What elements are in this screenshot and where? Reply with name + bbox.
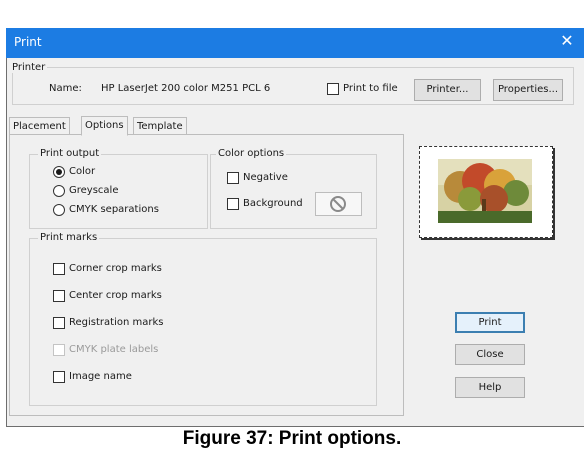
radio-color[interactable] (53, 166, 65, 178)
center-crop-marks-checkbox[interactable] (53, 290, 65, 302)
preview-thumbnail-image (438, 159, 532, 223)
title-bar: Print ✕ (6, 28, 584, 58)
tab-placement[interactable]: Placement (9, 117, 70, 135)
image-name-checkbox[interactable] (53, 371, 65, 383)
properties-button[interactable]: Properties... (493, 79, 563, 101)
tab-template[interactable]: Template (133, 117, 187, 135)
radio-color-label[interactable]: Color (69, 166, 95, 177)
print-button[interactable]: Print (455, 312, 525, 333)
radio-greyscale[interactable] (53, 185, 65, 197)
figure-caption: Figure 37: Print options. (182, 428, 402, 449)
no-color-icon (330, 196, 346, 212)
corner-crop-marks-checkbox[interactable] (53, 263, 65, 275)
corner-crop-marks-label[interactable]: Corner crop marks (69, 263, 162, 274)
printer-button[interactable]: Printer... (414, 79, 481, 101)
print-preview (419, 146, 553, 238)
close-icon[interactable]: ✕ (558, 32, 576, 50)
printer-group (12, 67, 574, 105)
print-to-file-label[interactable]: Print to file (343, 83, 398, 94)
tab-options[interactable]: Options (81, 116, 128, 136)
background-checkbox[interactable] (227, 198, 239, 210)
negative-checkbox[interactable] (227, 172, 239, 184)
image-name-label[interactable]: Image name (69, 371, 132, 382)
printer-group-label: Printer (10, 62, 48, 73)
print-to-file-checkbox[interactable] (327, 83, 339, 95)
radio-greyscale-label[interactable]: Greyscale (69, 185, 118, 196)
cmyk-plate-labels-checkbox (53, 344, 65, 356)
printer-name-value: HP LaserJet 200 color M251 PCL 6 (101, 83, 271, 94)
radio-cmyk-separations-label[interactable]: CMYK separations (69, 204, 159, 215)
negative-label[interactable]: Negative (243, 172, 288, 183)
registration-marks-label[interactable]: Registration marks (69, 317, 163, 328)
cmyk-plate-labels-label: CMYK plate labels (69, 344, 159, 355)
printer-name-label: Name: (49, 83, 82, 94)
dialog-body: Printer Name: HP LaserJet 200 color M251… (7, 58, 584, 426)
print-output-label: Print output (38, 148, 102, 159)
color-options-label: Color options (216, 148, 287, 159)
registration-marks-checkbox[interactable] (53, 317, 65, 329)
radio-selected-dot (56, 169, 62, 175)
close-button[interactable]: Close (455, 344, 525, 365)
radio-cmyk-separations[interactable] (53, 204, 65, 216)
window-title: Print (14, 35, 42, 49)
background-label[interactable]: Background (243, 198, 303, 209)
background-color-swatch[interactable] (315, 192, 362, 216)
print-marks-label: Print marks (38, 232, 100, 243)
center-crop-marks-label[interactable]: Center crop marks (69, 290, 162, 301)
help-button[interactable]: Help (455, 377, 525, 398)
